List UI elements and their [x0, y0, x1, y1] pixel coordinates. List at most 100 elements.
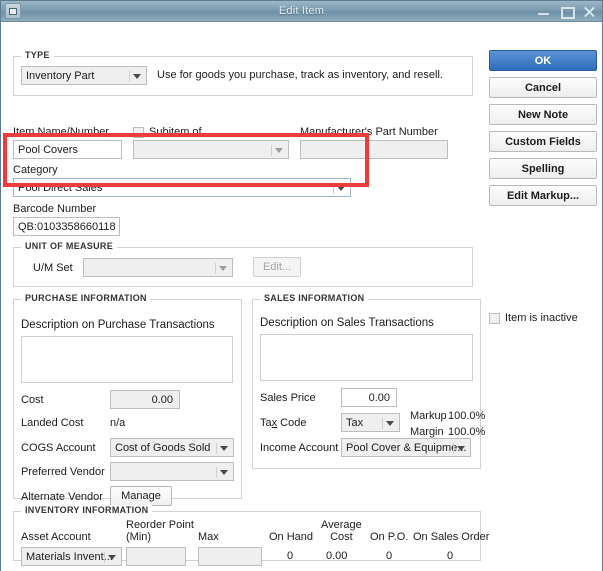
chevron-down-icon — [216, 442, 231, 454]
cogs-account-label: COGS Account — [21, 442, 96, 454]
chevron-down-icon — [216, 466, 231, 478]
ok-button[interactable]: OK — [489, 50, 597, 71]
dialog-body: TYPE Inventory Part Use for goods you pu… — [1, 22, 602, 571]
landed-cost-label: Landed Cost — [21, 417, 84, 429]
reorder-point-label-line1: Reorder Point — [126, 519, 194, 531]
chevron-down-icon — [333, 182, 348, 194]
chevron-down-icon — [215, 262, 230, 274]
new-note-button[interactable]: New Note — [489, 104, 597, 125]
inventory-group-inner: Asset Account Materials Invent... Reorde… — [13, 511, 489, 566]
subitem-select[interactable] — [133, 140, 289, 159]
subitem-label: Subitem of — [149, 126, 202, 138]
edit-item-dialog: Edit Item TYPE Inventory Part Use for go… — [0, 0, 603, 571]
window-menu-icon[interactable] — [5, 3, 21, 19]
average-cost-value: 0.00 — [326, 550, 348, 562]
cost-value: 0.00 — [151, 394, 173, 406]
on-sales-order-value: 0 — [447, 550, 454, 562]
close-icon[interactable] — [583, 5, 596, 18]
purchase-group-label: PURCHASE INFORMATION — [21, 293, 151, 303]
purchase-description-input[interactable] — [21, 336, 233, 383]
reorder-point-label-line2: (Min) — [126, 531, 152, 543]
reorder-point-label: Reorder Point (Min) — [126, 519, 194, 543]
cogs-account-value: Cost of Goods Sold — [115, 442, 211, 454]
item-name-label: Item Name/Number — [13, 126, 109, 138]
uom-group-label: UNIT OF MEASURE — [21, 241, 118, 251]
purchase-description-label: Description on Purchase Transactions — [21, 319, 215, 331]
main-content: TYPE Inventory Part Use for goods you pu… — [7, 26, 489, 566]
on-po-label: On P.O. — [370, 531, 409, 543]
on-po-value: 0 — [386, 550, 393, 562]
type-group-inner: Inventory Part Use for goods you purchas… — [13, 56, 473, 96]
item-inactive-label: Item is inactive — [505, 312, 578, 324]
average-cost-label: Average Cost — [321, 519, 362, 543]
type-select-value: Inventory Part — [26, 70, 95, 82]
tax-code-value: Tax — [346, 417, 364, 429]
tax-code-label: Tax Code — [260, 417, 307, 429]
max-label: Max — [198, 531, 219, 543]
sales-price-value: 0.00 — [368, 392, 390, 404]
income-account-select[interactable]: Pool Cover & Equipme... — [341, 438, 471, 457]
item-name-input[interactable]: Pool Covers — [13, 140, 122, 159]
markup-value: 100.0% — [448, 410, 486, 422]
unit-of-measure-group: UNIT OF MEASURE U/M Set Edit... — [13, 241, 473, 287]
alternate-vendor-label: Alternate Vendor — [21, 491, 103, 503]
preferred-vendor-label: Preferred Vendor — [21, 466, 105, 478]
subitem-label-rest: ubitem of — [156, 126, 202, 138]
income-account-label: Income Account — [260, 442, 339, 454]
edit-markup-button[interactable]: Edit Markup... — [489, 185, 597, 206]
average-cost-label-line1: Average — [321, 519, 362, 531]
landed-cost-value: n/a — [110, 417, 126, 429]
margin-value: 100.0% — [448, 426, 486, 438]
preferred-vendor-select[interactable] — [110, 462, 234, 481]
manufacturer-part-label: Manufacturer's Part Number — [300, 126, 438, 138]
category-label: Category — [13, 164, 58, 176]
chevron-down-icon — [453, 442, 468, 454]
item-name-value: Pool Covers — [18, 144, 78, 156]
type-group-label: TYPE — [21, 50, 54, 60]
markup-label: Markup — [410, 410, 447, 422]
sales-group-label: SALES INFORMATION — [260, 293, 369, 303]
chevron-down-icon — [129, 70, 144, 82]
on-sales-order-label: On Sales Order — [413, 531, 490, 543]
sales-price-input[interactable]: 0.00 — [341, 388, 397, 407]
cogs-account-select[interactable]: Cost of Goods Sold — [110, 438, 234, 457]
um-set-label: U/M Set — [33, 262, 73, 274]
reorder-point-input[interactable] — [126, 547, 186, 566]
custom-fields-button[interactable]: Custom Fields — [489, 131, 597, 152]
item-inactive-checkbox[interactable] — [489, 312, 500, 324]
cancel-button[interactable]: Cancel — [489, 77, 597, 98]
title-bar[interactable]: Edit Item — [1, 1, 602, 22]
asset-account-label: Asset Account — [21, 531, 91, 543]
asset-account-select[interactable]: Materials Invent... — [21, 547, 122, 566]
window-title: Edit Item — [278, 5, 325, 17]
uom-edit-button[interactable]: Edit... — [253, 257, 301, 277]
type-select[interactable]: Inventory Part — [21, 66, 147, 85]
on-hand-value: 0 — [287, 550, 294, 562]
tax-code-select[interactable]: Tax — [341, 413, 400, 432]
barcode-input[interactable]: QB:0103358660118 — [13, 217, 120, 236]
um-set-select[interactable] — [83, 258, 233, 277]
minimize-icon[interactable] — [537, 5, 550, 18]
sales-description-label: Description on Sales Transactions — [260, 317, 434, 329]
category-select[interactable]: Pool Direct Sales — [13, 178, 351, 197]
maximize-icon[interactable] — [560, 5, 575, 19]
cost-input[interactable]: 0.00 — [110, 390, 180, 409]
screen: Edit Item TYPE Inventory Part Use for go… — [0, 0, 603, 571]
asset-account-value: Materials Invent... — [26, 551, 113, 563]
cost-label: Cost — [21, 394, 44, 406]
category-value: Pool Direct Sales — [18, 182, 103, 194]
uom-group-inner: U/M Set Edit... — [13, 247, 473, 287]
type-group: TYPE Inventory Part Use for goods you pu… — [13, 50, 473, 96]
barcode-label: Barcode Number — [13, 203, 97, 215]
purchase-information-group: PURCHASE INFORMATION Description on Purc… — [13, 293, 242, 506]
item-inactive-row[interactable]: Item is inactive — [489, 312, 578, 324]
subitem-checkbox[interactable] — [133, 127, 144, 138]
manage-vendor-button[interactable]: Manage — [110, 486, 172, 506]
average-cost-label-line2: Cost — [330, 531, 353, 543]
manufacturer-part-input[interactable] — [300, 140, 448, 159]
spelling-button[interactable]: Spelling — [489, 158, 597, 179]
max-input[interactable] — [198, 547, 262, 566]
dialog-action-buttons: OK Cancel New Note Custom Fields Spellin… — [489, 50, 597, 212]
sales-description-input[interactable] — [260, 334, 473, 381]
sales-price-label: Sales Price — [260, 392, 316, 404]
